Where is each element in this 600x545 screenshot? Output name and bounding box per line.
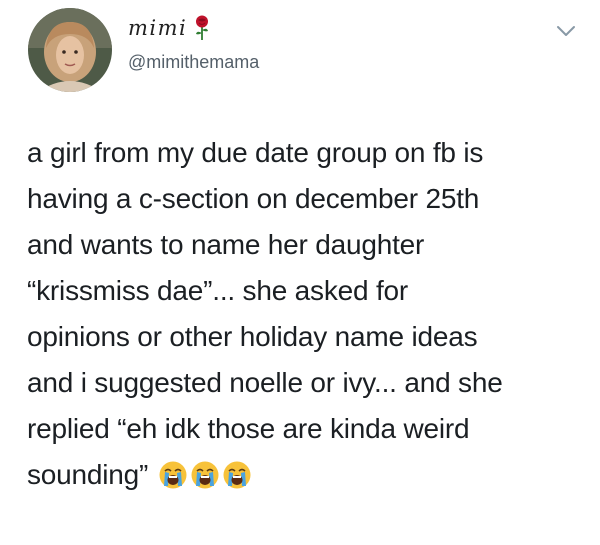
- tweet-text-line: and wants to name her daughter: [27, 229, 425, 260]
- tweet-card: mimi @mimithemama a girl from my due dat…: [0, 0, 600, 545]
- loudly-crying-face-icon: [158, 460, 188, 490]
- display-name[interactable]: mimi: [128, 16, 187, 40]
- tweet-text-line: a girl from my due date group on fb is: [27, 137, 484, 168]
- author-name-row[interactable]: mimi: [128, 12, 211, 44]
- chevron-down-icon[interactable]: [556, 24, 576, 38]
- rose-icon: [193, 15, 211, 41]
- tweet-text-line-last: sounding”: [27, 452, 587, 498]
- avatar[interactable]: [28, 8, 112, 92]
- tweet-text-line: sounding”: [27, 459, 149, 490]
- tweet-text-line: opinions or other holiday name ideas: [27, 321, 478, 352]
- loudly-crying-face-icon: [222, 460, 252, 490]
- emoji-row: [158, 460, 254, 490]
- tweet-text: a girl from my due date group on fb is h…: [27, 130, 587, 498]
- author-handle[interactable]: @mimithemama: [128, 52, 259, 73]
- tweet-text-line: and i suggested noelle or ivy... and she: [27, 367, 503, 398]
- tweet-text-line: “krissmiss dae”... she asked for: [27, 275, 409, 306]
- loudly-crying-face-icon: [190, 460, 220, 490]
- tweet-text-line: replied “eh idk those are kinda weird: [27, 413, 470, 444]
- tweet-text-line: having a c-section on december 25th: [27, 183, 480, 214]
